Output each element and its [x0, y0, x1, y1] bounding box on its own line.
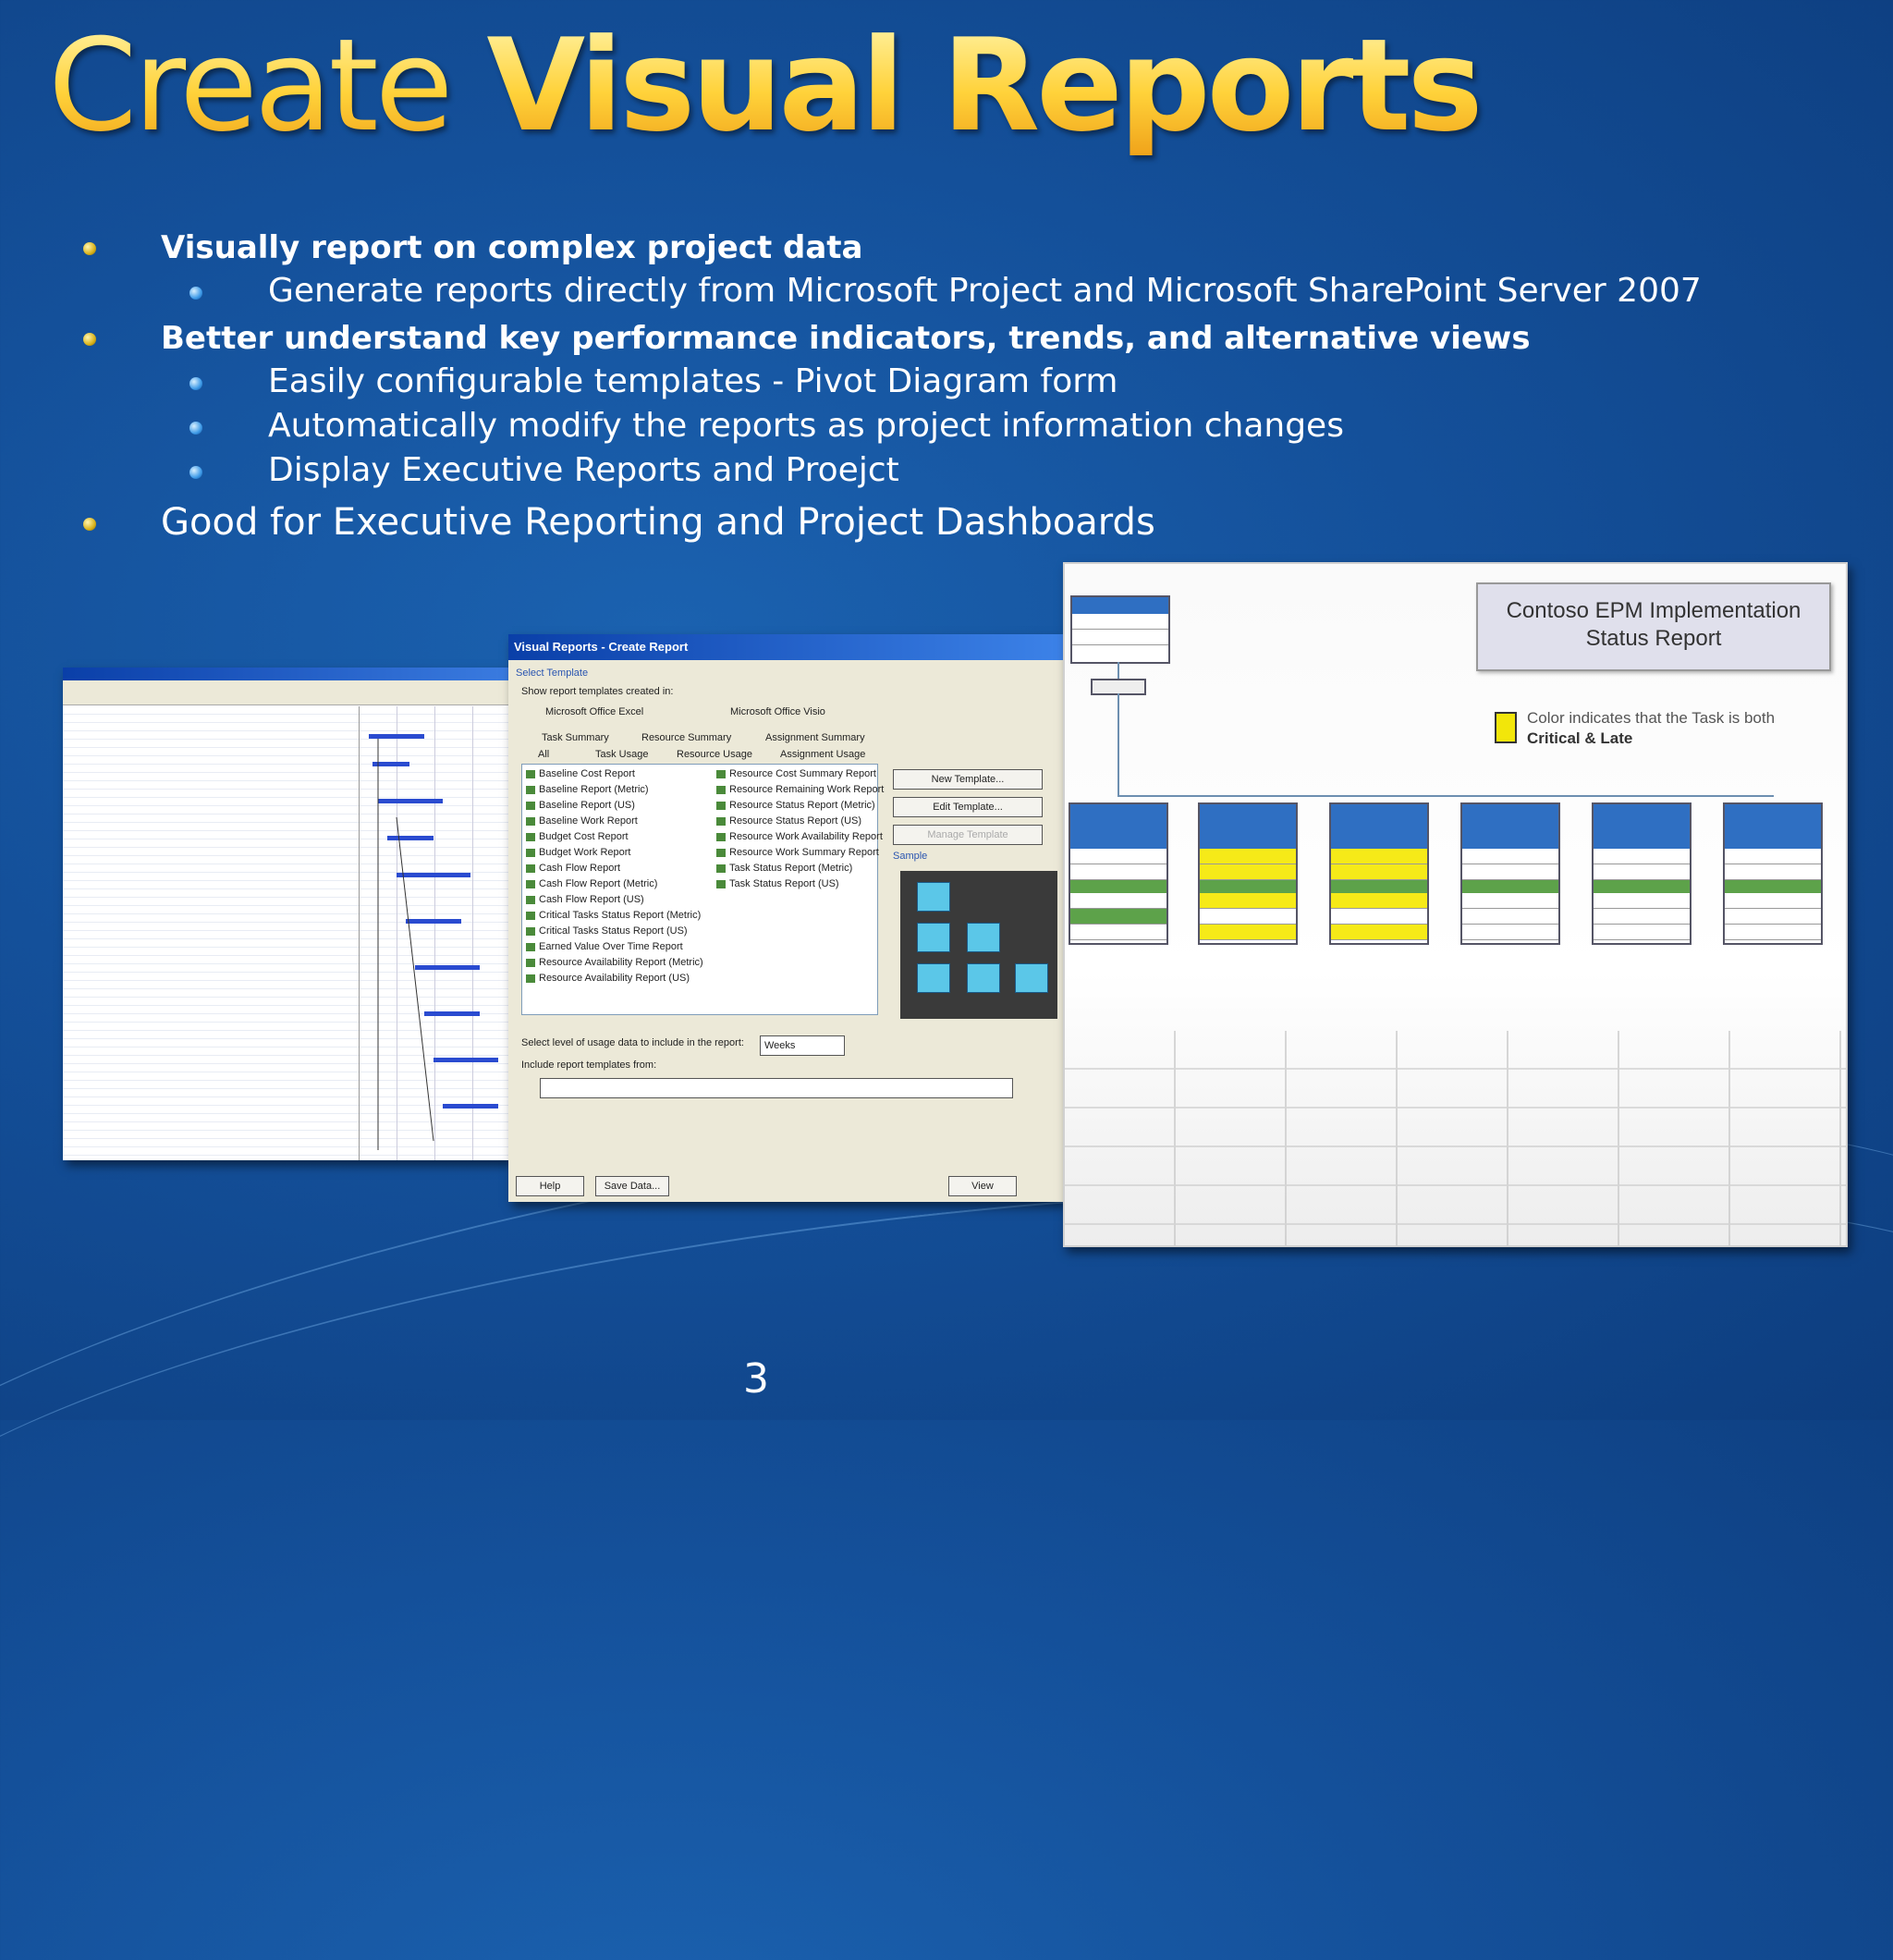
floor-grid	[1065, 1031, 1846, 1245]
sub-bullet-item: Generate reports directly from Microsoft…	[268, 272, 1702, 310]
sub-bullet-icon	[189, 466, 202, 479]
sample-label: Sample	[893, 851, 928, 862]
report-item[interactable]: Baseline Report (Metric)	[526, 784, 649, 795]
slide-title: Create Visual Reports	[48, 17, 1480, 155]
tab-task-usage[interactable]: Task Usage	[595, 749, 648, 760]
tab-assignment-usage[interactable]: Assignment Usage	[780, 749, 865, 760]
view-button[interactable]: View	[948, 1176, 1017, 1196]
sub-bullet-item: Display Executive Reports and Proejct	[268, 451, 899, 489]
tab-all[interactable]: All	[538, 749, 549, 760]
tab-resource-summary[interactable]: Resource Summary	[641, 732, 731, 743]
report-template-list[interactable]: Baseline Cost Report Baseline Report (Me…	[521, 764, 884, 1015]
sub-bullet-icon	[189, 422, 202, 435]
preview-node	[967, 963, 1000, 993]
report-item[interactable]: Baseline Work Report	[526, 815, 638, 827]
visual-reports-dialog: Visual Reports - Create Report Select Te…	[508, 634, 1063, 1202]
preview-node	[1015, 963, 1048, 993]
report-item[interactable]: Resource Availability Report (US)	[526, 973, 690, 984]
bullet-icon	[83, 518, 96, 531]
report-item[interactable]: Critical Tasks Status Report (Metric)	[526, 910, 701, 921]
phase-node	[1723, 802, 1823, 945]
save-data-button[interactable]: Save Data...	[595, 1176, 669, 1196]
report-item[interactable]: Budget Work Report	[526, 847, 630, 858]
preview-node	[917, 963, 950, 993]
manage-template-button[interactable]: Manage Template	[893, 825, 1043, 845]
usage-level-select[interactable]: Weeks	[760, 1035, 845, 1056]
report-item[interactable]: Resource Work Summary Report	[716, 847, 879, 858]
report-item[interactable]: Cash Flow Report (US)	[526, 894, 644, 905]
report-item[interactable]: Resource Remaining Work Report	[716, 784, 884, 795]
legend-text: Color indicates that the Task is both Cr…	[1527, 708, 1775, 749]
bullet-item: Visually report on complex project data	[161, 229, 863, 266]
legend-line2: Critical & Late	[1527, 729, 1633, 747]
select-template-label: Select Template	[516, 668, 589, 679]
preview-node	[917, 882, 950, 912]
sub-bullet-icon	[189, 377, 202, 390]
sub-bullet-item: Automatically modify the reports as proj…	[268, 407, 1344, 445]
gantt-bars	[369, 734, 498, 1150]
root-node	[1070, 595, 1170, 664]
project-gantt-chart	[359, 706, 508, 1160]
visio-checkbox[interactable]: Microsoft Office Visio	[730, 706, 825, 717]
include-path-input[interactable]	[540, 1078, 1013, 1098]
report-item[interactable]: Earned Value Over Time Report	[526, 941, 683, 952]
project-toolbar	[63, 680, 508, 705]
help-button[interactable]: Help	[516, 1176, 584, 1196]
project-titlebar	[63, 668, 508, 680]
title-bold: Visual Reports	[486, 11, 1480, 160]
excel-checkbox[interactable]: Microsoft Office Excel	[545, 706, 643, 717]
connector	[1117, 795, 1774, 797]
report-title-line2: Status Report	[1585, 626, 1722, 651]
new-template-button[interactable]: New Template...	[893, 769, 1043, 790]
usage-level-label: Select level of usage data to include in…	[521, 1037, 744, 1048]
report-item[interactable]: Budget Cost Report	[526, 831, 629, 842]
phase-node	[1198, 802, 1298, 945]
report-item[interactable]: Resource Status Report (US)	[716, 815, 861, 827]
visio-report-screenshot: Contoso EPM Implementation Status Report…	[1063, 562, 1848, 1247]
connector	[1117, 693, 1119, 795]
show-templates-label: Show report templates created in:	[521, 686, 674, 697]
report-item[interactable]: Baseline Report (US)	[526, 800, 635, 811]
report-item[interactable]: Resource Availability Report (Metric)	[526, 957, 703, 968]
legend-line1: Color indicates that the Task is both	[1527, 709, 1776, 727]
report-item[interactable]: Baseline Cost Report	[526, 768, 635, 779]
tab-assignment-summary[interactable]: Assignment Summary	[765, 732, 865, 743]
report-item[interactable]: Task Status Report (US)	[716, 878, 839, 889]
tab-task-summary[interactable]: Task Summary	[542, 732, 609, 743]
project-screenshot	[63, 668, 508, 1160]
preview-node	[917, 923, 950, 952]
phase-node	[1592, 802, 1691, 945]
report-title-box: Contoso EPM Implementation Status Report	[1476, 582, 1831, 671]
phase-node	[1329, 802, 1429, 945]
bullet-item: Better understand key performance indica…	[161, 320, 1531, 357]
report-item[interactable]: Critical Tasks Status Report (US)	[526, 925, 688, 937]
report-title-line1: Contoso EPM Implementation	[1506, 598, 1801, 623]
page-number: 3	[743, 1355, 769, 1403]
include-templates-checkbox[interactable]: Include report templates from:	[521, 1060, 656, 1071]
sample-preview	[900, 871, 1057, 1019]
report-item[interactable]: Cash Flow Report (Metric)	[526, 878, 657, 889]
tab-resource-usage[interactable]: Resource Usage	[677, 749, 752, 760]
connector	[1117, 662, 1119, 680]
report-item[interactable]: Resource Work Availability Report	[716, 831, 883, 842]
phase-node	[1069, 802, 1168, 945]
report-item[interactable]: Cash Flow Report	[526, 863, 620, 874]
bullet-icon	[83, 333, 96, 346]
report-item[interactable]: Task Status Report (Metric)	[716, 863, 852, 874]
edit-template-button[interactable]: Edit Template...	[893, 797, 1043, 817]
legend-swatch	[1495, 712, 1517, 743]
title-light: Create	[48, 11, 450, 160]
bullet-icon	[83, 242, 96, 255]
sub-bullet-item: Easily configurable templates - Pivot Di…	[268, 362, 1118, 400]
report-item[interactable]: Resource Status Report (Metric)	[716, 800, 875, 811]
sub-bullet-icon	[189, 287, 202, 300]
bullet-item: Good for Executive Reporting and Project…	[161, 501, 1155, 544]
phase-node	[1460, 802, 1560, 945]
report-item[interactable]: Resource Cost Summary Report	[716, 768, 876, 779]
preview-node	[967, 923, 1000, 952]
dialog-titlebar: Visual Reports - Create Report	[508, 634, 1063, 660]
